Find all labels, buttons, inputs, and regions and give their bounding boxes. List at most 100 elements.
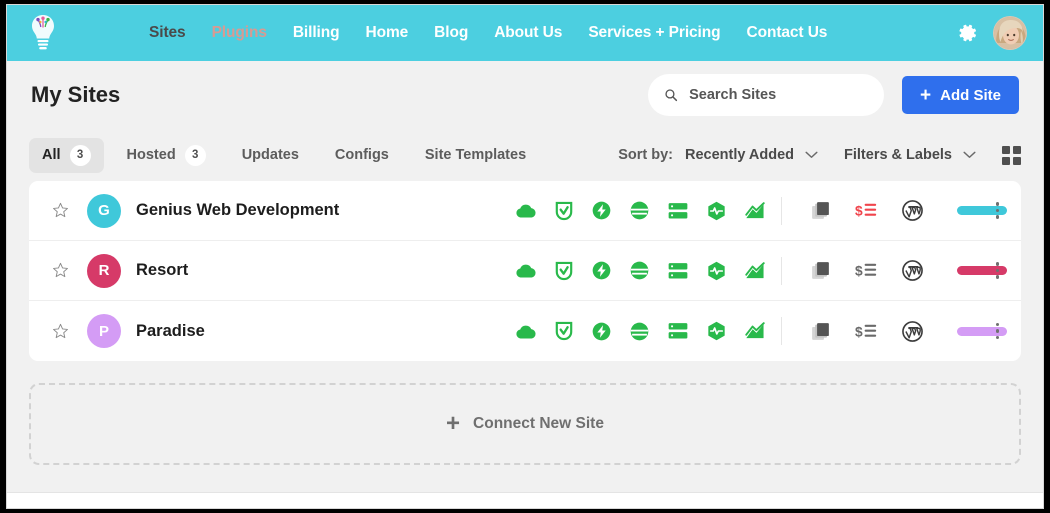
list-tools: Sort by: Recently Added Filters & Labels [618,145,1021,165]
billing-list-icon[interactable]: $ [855,323,877,340]
search-sites-box[interactable] [648,74,885,116]
user-avatar[interactable] [993,16,1027,50]
lightning-bolt-icon[interactable] [592,201,611,220]
add-site-button[interactable]: + Add Site [902,76,1019,114]
tab-updates-label: Updates [241,147,299,163]
filters-labels-dropdown[interactable]: Filters & Labels [844,147,976,163]
server-stack-icon[interactable] [668,262,688,280]
trending-up-icon[interactable] [745,201,765,220]
cloud-icon[interactable] [515,262,536,279]
app-window: Sites Plugins Billing Home Blog About Us… [6,4,1044,509]
server-stack-icon[interactable] [668,322,688,340]
top-navigation-bar: Sites Plugins Billing Home Blog About Us… [7,5,1043,61]
search-input[interactable] [689,87,869,103]
trending-up-icon[interactable] [745,322,765,340]
site-action-icons: $ [811,320,923,342]
copy-pages-icon[interactable] [811,261,830,280]
table-row[interactable]: R Resort $ [29,241,1021,301]
hexagon-pulse-icon[interactable] [707,321,726,341]
hexagon-pulse-icon[interactable] [707,261,726,281]
nav-link-billing[interactable]: Billing [293,24,340,42]
gear-icon[interactable] [957,22,979,44]
server-stack-icon[interactable] [668,202,688,220]
cdn-globe-icon[interactable] [630,201,649,220]
tab-site-templates[interactable]: Site Templates [412,140,539,170]
nav-link-about-us[interactable]: About Us [494,24,562,42]
wordpress-icon[interactable] [902,260,923,281]
row-divider [781,256,782,285]
wordpress-icon[interactable] [902,200,923,221]
connect-new-site-panel[interactable]: + Connect New Site [29,383,1021,465]
page-title: My Sites [31,82,121,107]
lightbulb-logo[interactable] [23,11,63,55]
tab-configs-label: Configs [334,147,389,163]
tab-all-badge: 3 [69,144,91,166]
kebab-dot [995,275,999,279]
site-avatar-initial: G [98,202,110,219]
shield-check-icon[interactable] [555,321,573,341]
row-menu-icon[interactable] [990,198,1006,223]
nav-link-plugins[interactable]: Plugins [212,24,267,42]
lightning-bolt-icon[interactable] [592,261,611,280]
cdn-globe-icon[interactable] [630,261,649,280]
nav-link-blog[interactable]: Blog [434,24,468,42]
tab-configs[interactable]: Configs [322,140,402,170]
nav-link-sites[interactable]: Sites [149,24,186,42]
sort-by-dropdown[interactable]: Recently Added [685,147,818,163]
billing-list-icon[interactable]: $ [855,262,877,279]
tab-all[interactable]: All 3 [29,137,104,173]
row-menu-icon[interactable] [990,319,1006,344]
star-outline-icon [52,202,68,218]
site-action-icons: $ [811,260,923,281]
favorite-star-icon[interactable] [47,323,73,340]
site-status-icons [515,321,765,341]
nav-link-home[interactable]: Home [366,24,409,42]
copy-pages-icon[interactable] [811,201,830,220]
tab-hosted-badge: 3 [184,144,206,166]
shield-check-icon[interactable] [555,261,573,281]
kebab-dot [995,202,999,206]
filters-labels-value: Filters & Labels [844,147,952,163]
svg-text:$: $ [855,203,863,218]
lightning-bolt-icon[interactable] [592,322,611,341]
favorite-star-icon[interactable] [47,202,73,219]
kebab-dot [995,262,999,266]
copy-pages-icon[interactable] [811,322,830,341]
cloud-icon[interactable] [515,202,536,219]
sort-by-label: Sort by: [618,147,673,163]
search-icon [665,89,678,102]
kebab-dot [995,215,999,219]
tab-hosted[interactable]: Hosted 3 [114,138,219,173]
tab-updates[interactable]: Updates [229,140,312,170]
site-avatar: P [87,314,121,348]
site-name[interactable]: Genius Web Development [136,201,339,220]
site-name[interactable]: Paradise [136,322,205,341]
row-divider [781,196,782,225]
chevron-down-icon [963,151,976,158]
wordpress-icon[interactable] [902,320,923,342]
trending-up-icon[interactable] [745,261,765,280]
sort-by-value: Recently Added [684,147,795,163]
grid-cell [1002,156,1010,165]
billing-list-icon[interactable]: $ [855,202,877,219]
row-menu-icon[interactable] [990,258,1006,283]
cloud-icon[interactable] [515,323,536,340]
lightbulb-logo-icon [32,15,54,50]
cdn-globe-icon[interactable] [630,322,649,341]
kebab-dot [995,329,999,333]
add-site-label: Add Site [940,86,1001,104]
table-row[interactable]: G Genius Web Development $ [29,181,1021,241]
chevron-down-icon [805,151,818,158]
nav-link-services-pricing[interactable]: Services + Pricing [588,24,720,42]
nav-link-contact-us[interactable]: Contact Us [747,24,828,42]
hexagon-pulse-icon[interactable] [707,201,726,221]
favorite-star-icon[interactable] [47,262,73,279]
grid-cell [1013,156,1021,165]
grid-view-icon[interactable] [1002,145,1021,165]
site-avatar: G [87,193,121,228]
shield-check-icon[interactable] [555,201,573,221]
site-name[interactable]: Resort [136,261,188,280]
nav-right-group [957,16,1027,50]
site-status-icons [515,201,765,221]
table-row[interactable]: P Paradise $ [29,301,1021,361]
